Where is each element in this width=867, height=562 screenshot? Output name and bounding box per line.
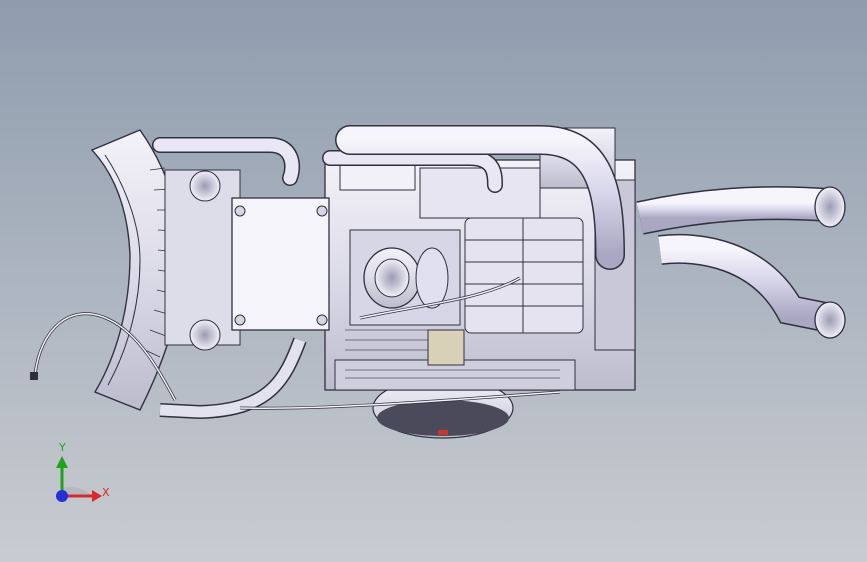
alternator-housing[interactable] xyxy=(231,197,330,331)
graphics-viewport[interactable]: Y X xyxy=(0,0,867,562)
cooling-fan-shroud[interactable] xyxy=(90,129,241,411)
engine-assembly-model[interactable] xyxy=(0,0,867,562)
y-axis-label: Y xyxy=(59,441,66,454)
x-axis-label: X xyxy=(102,486,110,499)
exhaust-pipe[interactable] xyxy=(636,186,846,339)
coordinate-triad-icon xyxy=(56,456,102,502)
